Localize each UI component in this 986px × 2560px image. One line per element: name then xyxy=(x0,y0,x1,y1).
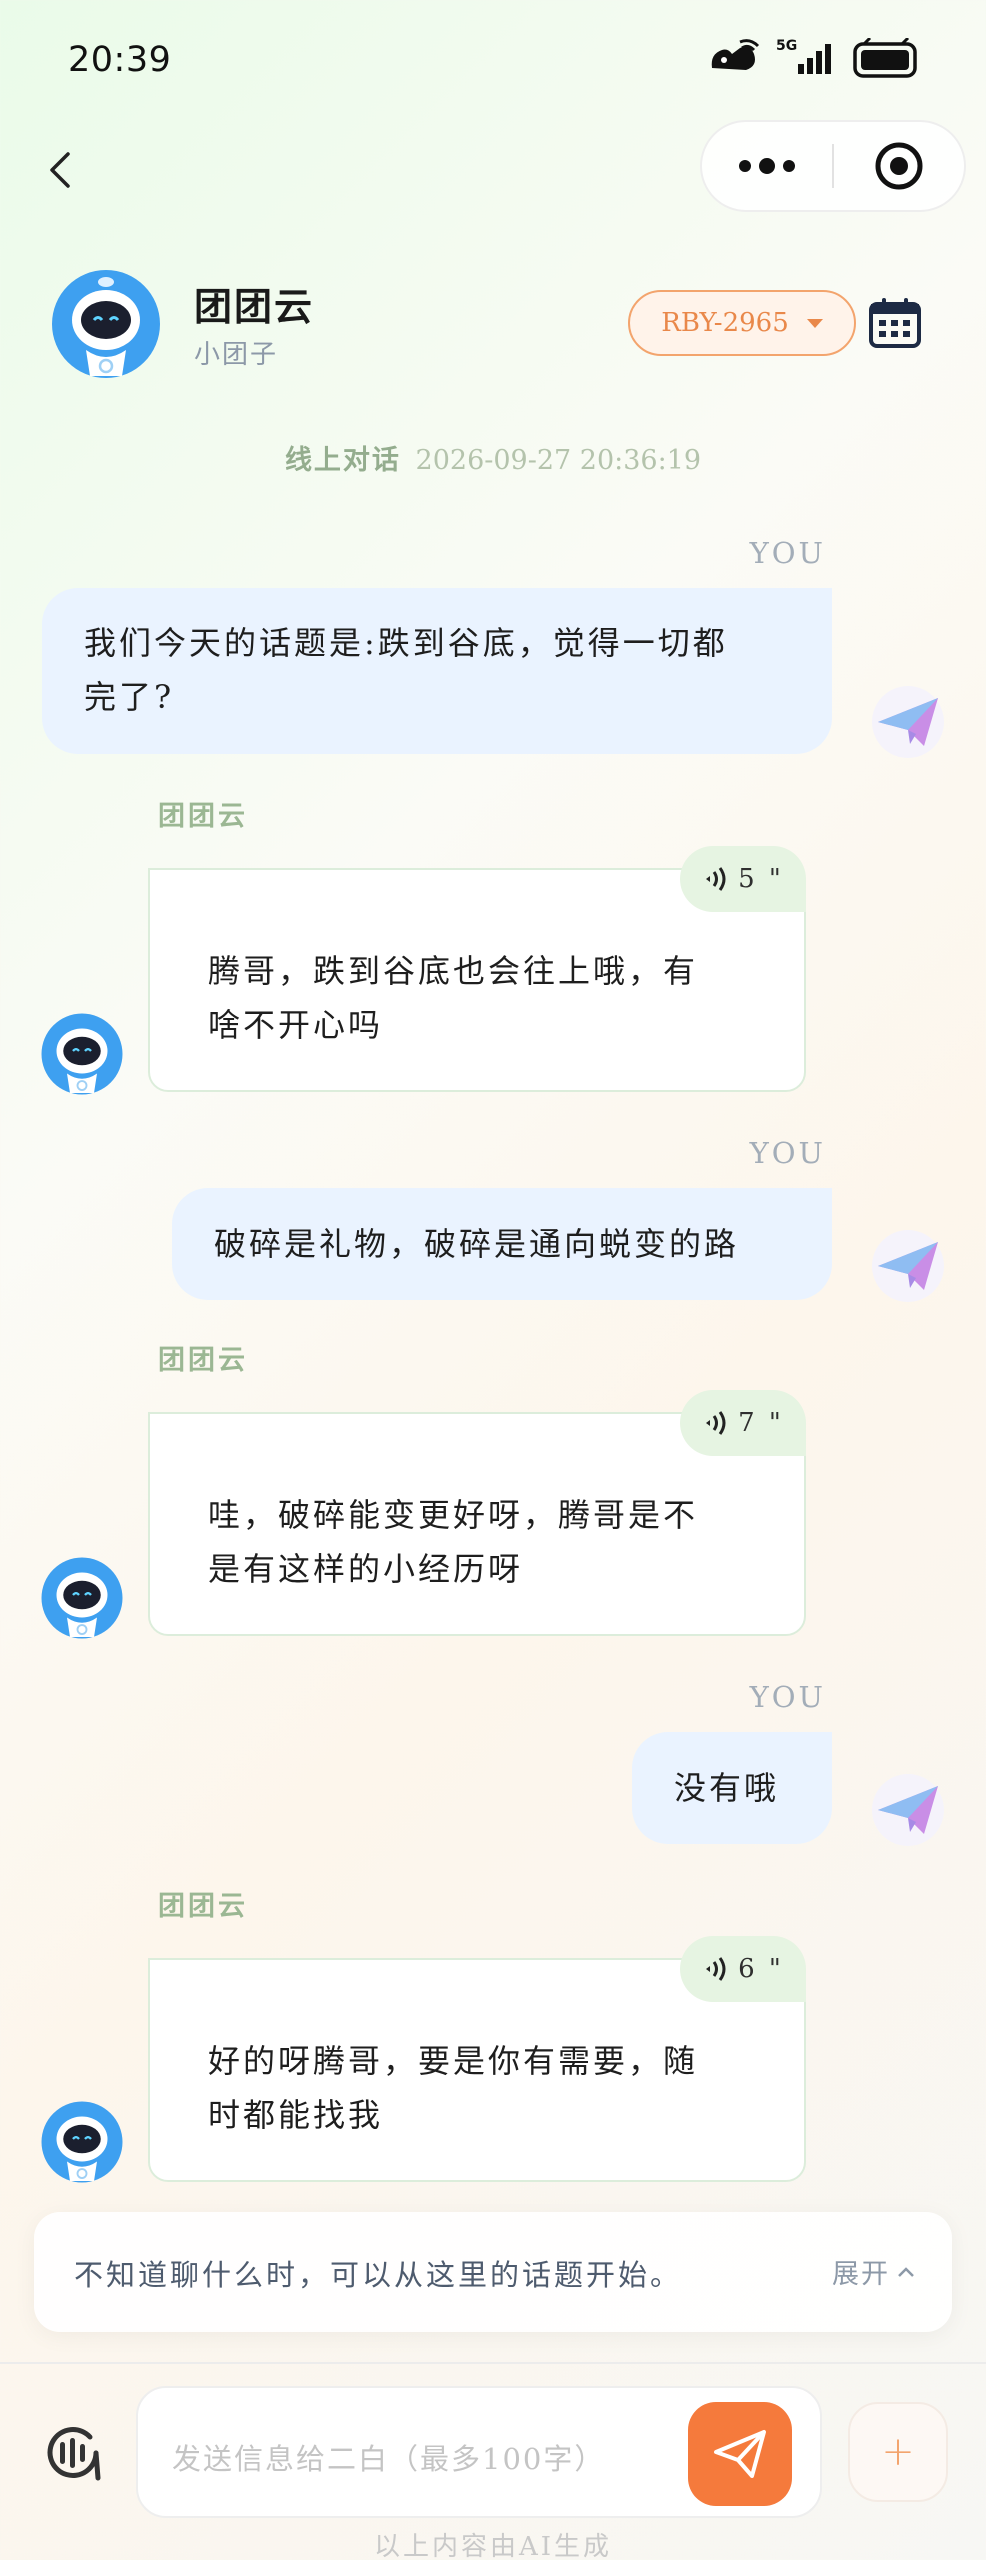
signal-icon: 5G xyxy=(776,38,838,78)
message-line: 完了? xyxy=(84,678,175,716)
chevron-left-icon xyxy=(50,152,70,188)
bot-label: 团团云 xyxy=(158,1345,248,1376)
message-input-placeholder[interactable]: 发送信息给二白（最多100字） xyxy=(172,2436,605,2478)
paper-plane-icon xyxy=(714,2430,766,2478)
send-button[interactable] xyxy=(688,2402,792,2506)
robot-avatar-icon xyxy=(52,270,160,378)
expand-topics-button[interactable]: 展开 xyxy=(832,2252,916,2291)
more-dots-icon xyxy=(739,158,795,174)
voice-wave-icon xyxy=(47,2427,101,2481)
voice-duration: 7 " xyxy=(738,1408,784,1438)
calendar-icon xyxy=(869,298,921,348)
bot-subtitle: 小团子 xyxy=(194,340,279,370)
bot-avatar xyxy=(40,1556,124,1640)
voice-duration: 6 " xyxy=(738,1954,784,1984)
battery-icon xyxy=(853,38,917,78)
bot-avatar xyxy=(40,2100,124,2184)
expand-label: 展开 xyxy=(832,2259,890,2290)
more-button[interactable] xyxy=(702,122,832,210)
status-time: 20:39 xyxy=(68,40,172,80)
user-message-bubble[interactable]: 没有哦 xyxy=(632,1732,832,1844)
message-line: 啥不开心吗 xyxy=(208,1006,384,1044)
bot-name: 团团云 xyxy=(194,284,315,329)
voice-play-badge[interactable]: 6 " xyxy=(680,1936,806,2002)
target-circle-icon xyxy=(875,142,923,190)
composer-divider xyxy=(0,2362,986,2364)
status-bar: 20:39 5G xyxy=(0,0,986,120)
message-line: 时都能找我 xyxy=(208,2096,384,2134)
paper-plane-avatar-icon xyxy=(872,1230,944,1302)
topic-hint-card: 不知道聊什么时，可以从这里的话题开始。 展开 xyxy=(34,2212,952,2332)
message-line: 没有哦 xyxy=(674,1769,780,1807)
you-label: YOU xyxy=(749,536,826,570)
timestamp-label: 线上对话 xyxy=(284,445,401,476)
robot-avatar-icon xyxy=(41,1557,123,1639)
user-avatar xyxy=(870,1228,946,1304)
message-line: 是有这样的小经历呀 xyxy=(208,1550,524,1588)
device-select-value: RBY-2965 xyxy=(661,308,789,338)
robot-avatar-icon xyxy=(41,2101,123,2183)
mini-program-capsule xyxy=(700,120,966,212)
bot-label: 团团云 xyxy=(158,1891,248,1922)
plus-button[interactable]: + xyxy=(848,2402,948,2502)
message-line: 哇，破碎能变更好呀，腾哥是不 xyxy=(208,1496,699,1534)
you-label: YOU xyxy=(749,1680,826,1714)
chevron-up-icon xyxy=(898,2266,914,2277)
user-avatar xyxy=(870,684,946,760)
message-input-box[interactable]: 发送信息给二白（最多100字） xyxy=(136,2386,822,2518)
plus-icon: + xyxy=(881,2429,915,2475)
conversation-timestamp: 线上对话 2026-09-27 20:36:19 xyxy=(0,438,986,477)
you-label: YOU xyxy=(749,1136,826,1170)
voice-play-badge[interactable]: 5 " xyxy=(680,846,806,912)
caret-down-icon xyxy=(806,318,823,328)
sound-wave-icon xyxy=(706,867,726,891)
paper-plane-avatar-icon xyxy=(872,1774,944,1846)
device-select[interactable]: RBY-2965 xyxy=(628,290,856,356)
user-avatar xyxy=(870,1772,946,1848)
ai-generated-note: 以上内容由AI生成 xyxy=(373,2532,613,2560)
calendar-button[interactable] xyxy=(868,296,922,350)
robot-avatar-icon xyxy=(41,1013,123,1095)
message-line: 破碎是礼物，破碎是通向蜕变的路 xyxy=(214,1225,740,1263)
voice-input-toggle[interactable] xyxy=(40,2420,106,2486)
sound-wave-icon xyxy=(706,1957,726,1981)
voice-duration: 5 " xyxy=(738,864,784,894)
user-message-bubble[interactable]: 我们今天的话题是:跌到谷底，觉得一切都 完了? xyxy=(42,588,832,754)
paper-plane-avatar-icon xyxy=(872,686,944,758)
bot-avatar-large[interactable] xyxy=(50,268,162,380)
bot-message-bubble[interactable]: 5 " 腾哥，跌到谷底也会往上哦，有 啥不开心吗 xyxy=(148,846,806,1092)
status-icons: 5G xyxy=(706,38,918,78)
bot-message-bubble[interactable]: 6 " 好的呀腾哥，要是你有需要，随 时都能找我 xyxy=(148,1936,806,2182)
message-line: 好的呀腾哥，要是你有需要，随 xyxy=(208,2042,699,2080)
message-line: 我们今天的话题是:跌到谷底，觉得一切都 xyxy=(84,624,728,662)
back-button[interactable] xyxy=(40,140,80,200)
topic-hint-text: 不知道聊什么时，可以从这里的话题开始。 xyxy=(74,2258,683,2292)
user-message-bubble[interactable]: 破碎是礼物，破碎是通向蜕变的路 xyxy=(172,1188,832,1300)
timestamp-value: 2026-09-27 20:36:19 xyxy=(415,445,702,476)
sound-wave-icon xyxy=(706,1411,726,1435)
voice-play-badge[interactable]: 7 " xyxy=(680,1390,806,1456)
bot-message-bubble[interactable]: 7 " 哇，破碎能变更好呀，腾哥是不 是有这样的小经历呀 xyxy=(148,1390,806,1636)
nfc-icon xyxy=(711,39,760,70)
message-line: 腾哥，跌到谷底也会往上哦，有 xyxy=(208,952,699,990)
bot-label: 团团云 xyxy=(158,801,248,832)
bot-avatar xyxy=(40,1012,124,1096)
close-miniprogram-button[interactable] xyxy=(834,122,964,210)
